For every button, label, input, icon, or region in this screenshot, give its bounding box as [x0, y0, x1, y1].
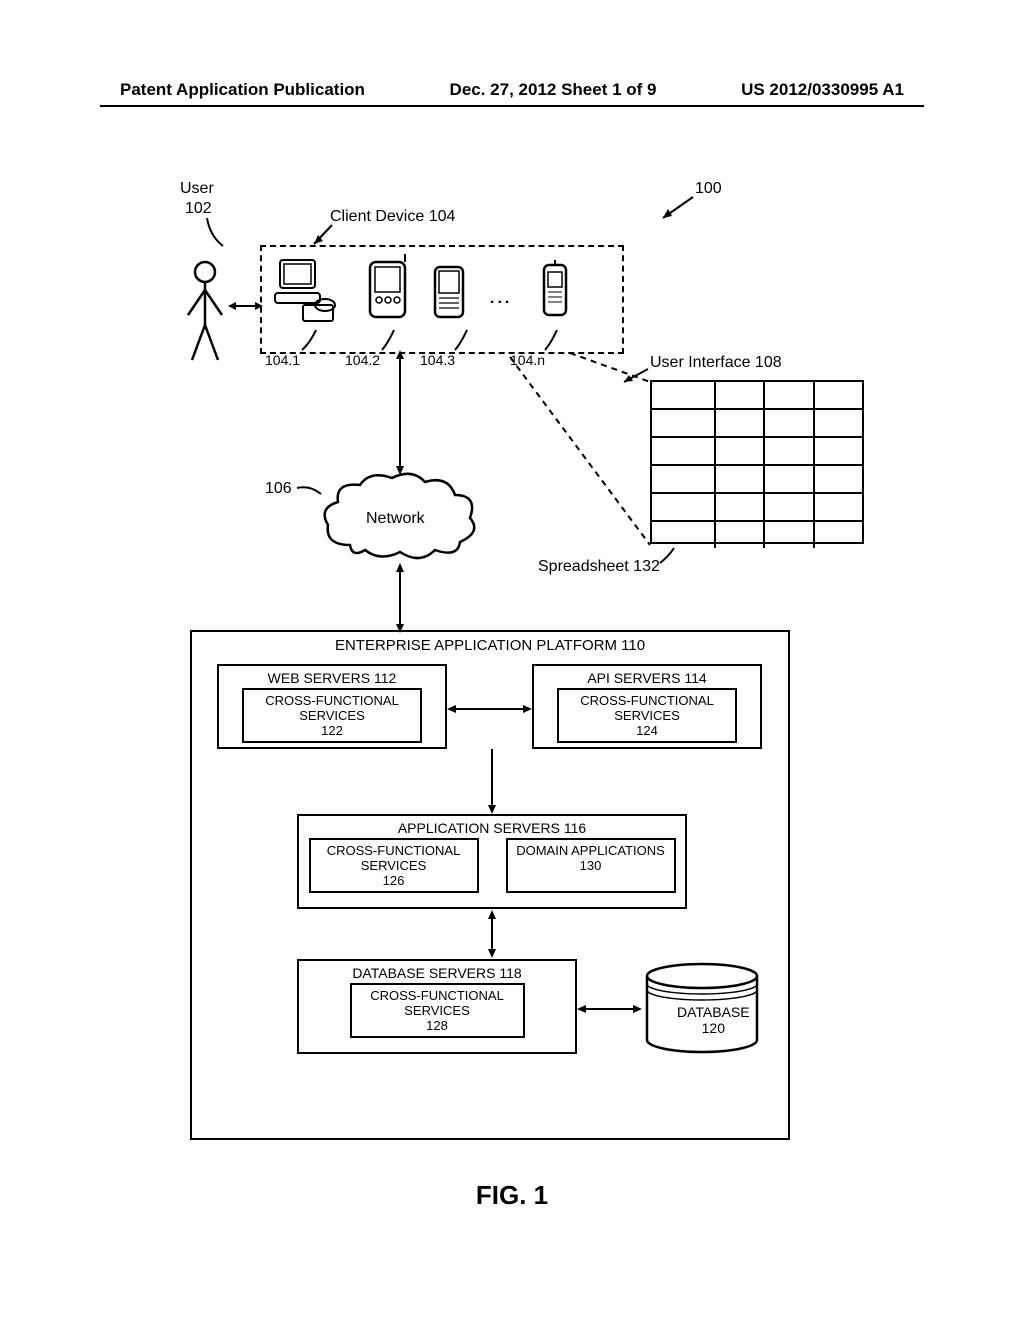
- header-right: US 2012/0330995 A1: [741, 80, 904, 100]
- web-cfs-no: 122: [250, 723, 414, 738]
- phone-icon: [538, 260, 573, 320]
- app-db-arrow-icon: [485, 910, 499, 958]
- ui-label: User Interface 108: [650, 354, 782, 372]
- header-divider: [100, 105, 924, 107]
- database-label: DATABASE 120: [677, 1004, 750, 1036]
- db-cfs-label: CROSS-FUNCTIONAL SERVICES: [358, 988, 517, 1018]
- spreadsheet-label: Spreadsheet 132: [538, 558, 660, 576]
- domain-apps-no: 130: [514, 858, 668, 873]
- d1-lead-icon: [300, 328, 320, 353]
- user-label: User: [180, 180, 214, 198]
- user-icon: [180, 260, 230, 365]
- api-cfs-no: 124: [565, 723, 729, 738]
- platform-title: ENTERPRISE APPLICATION PLATFORM 110: [192, 632, 788, 654]
- figure-1-diagram: 100 User 102 Client Device 104: [110, 160, 890, 1160]
- db-servers-label: DATABASE SERVERS 118: [299, 965, 575, 981]
- dn-lead-icon: [543, 328, 561, 353]
- app-servers-box: APPLICATION SERVERS 116 CROSS-FUNCTIONAL…: [297, 814, 687, 909]
- spreadsheet-lead-icon: [658, 545, 678, 565]
- app-cfs-box: CROSS-FUNCTIONAL SERVICES 126: [309, 838, 479, 893]
- ui-lead-icon: [620, 366, 650, 386]
- ref-104-3: 104.3: [420, 352, 455, 368]
- domain-apps-label: DOMAIN APPLICATIONS: [514, 843, 668, 858]
- ref-104-2: 104.2: [345, 352, 380, 368]
- web-servers-label: WEB SERVERS 112: [219, 670, 445, 686]
- api-servers-label: API SERVERS 114: [534, 670, 760, 686]
- db-cfs-box: CROSS-FUNCTIONAL SERVICES 128: [350, 983, 525, 1038]
- enterprise-platform-box: ENTERPRISE APPLICATION PLATFORM 110 WEB …: [190, 630, 790, 1140]
- web-cfs-label: CROSS-FUNCTIONAL SERVICES: [250, 693, 414, 723]
- web-api-arrow-icon: [447, 702, 532, 716]
- network-label: Network: [366, 510, 425, 528]
- pda-icon: [365, 252, 410, 320]
- api-cfs-box: CROSS-FUNCTIONAL SERVICES 124: [557, 688, 737, 743]
- d3-lead-icon: [453, 328, 471, 353]
- desktop-icon: [270, 255, 340, 325]
- user-client-arrow-icon: [228, 300, 263, 312]
- api-cfs-label: CROSS-FUNCTIONAL SERVICES: [565, 693, 729, 723]
- handheld-icon: [430, 265, 468, 320]
- db-cfs-no: 128: [358, 1018, 517, 1033]
- client-lead-icon: [310, 222, 335, 247]
- dbserver-db-arrow-icon: [577, 1002, 642, 1016]
- spreadsheet-grid: [650, 380, 864, 544]
- web-cfs-box: CROSS-FUNCTIONAL SERVICES 122: [242, 688, 422, 743]
- network-ref: 106: [265, 480, 292, 498]
- to-app-arrow-icon: [485, 749, 499, 814]
- web-servers-box: WEB SERVERS 112 CROSS-FUNCTIONAL SERVICE…: [217, 664, 447, 749]
- client-device-label: Client Device 104: [330, 208, 455, 226]
- user-lead-line-icon: [205, 216, 230, 248]
- app-servers-label: APPLICATION SERVERS 116: [299, 820, 685, 836]
- app-cfs-label: CROSS-FUNCTIONAL SERVICES: [317, 843, 471, 873]
- api-servers-box: API SERVERS 114 CROSS-FUNCTIONAL SERVICE…: [532, 664, 762, 749]
- page-header: Patent Application Publication Dec. 27, …: [0, 80, 1024, 100]
- ref-100: 100: [695, 180, 722, 198]
- client-network-arrow-icon: [393, 350, 407, 475]
- domain-apps-box: DOMAIN APPLICATIONS 130: [506, 838, 676, 893]
- ref-100-arrow-icon: [658, 192, 698, 222]
- db-servers-box: DATABASE SERVERS 118 CROSS-FUNCTIONAL SE…: [297, 959, 577, 1054]
- ellipsis: ...: [490, 290, 512, 308]
- network-lead-icon: [295, 480, 325, 500]
- network-platform-arrow-icon: [393, 563, 407, 633]
- header-middle: Dec. 27, 2012 Sheet 1 of 9: [450, 80, 657, 100]
- header-left: Patent Application Publication: [120, 80, 365, 100]
- figure-label: FIG. 1: [0, 1180, 1024, 1211]
- ref-104-1: 104.1: [265, 352, 300, 368]
- app-cfs-no: 126: [317, 873, 471, 888]
